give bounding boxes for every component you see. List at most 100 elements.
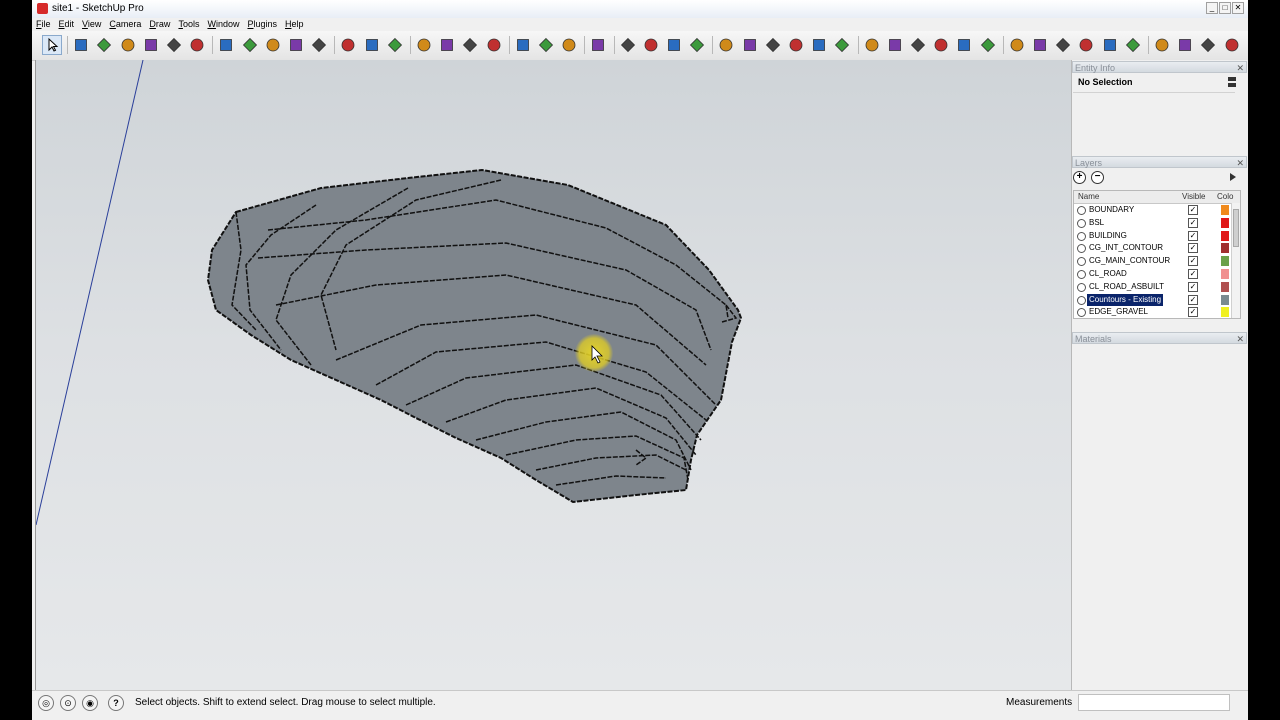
layer-visible-checkbox[interactable]: ✓ <box>1188 294 1198 305</box>
followme-icon[interactable] <box>240 35 260 55</box>
layer-row[interactable]: BUILDING ✓ <box>1074 230 1240 242</box>
layer-visible-checkbox[interactable]: ✓ <box>1188 217 1198 228</box>
layer-name[interactable]: CG_INT_CONTOUR <box>1087 242 1165 254</box>
layer-active-radio[interactable] <box>1077 257 1086 267</box>
layer-color-swatch[interactable] <box>1221 230 1229 241</box>
layer-active-radio[interactable] <box>1077 206 1086 215</box>
layer-name[interactable]: BOUNDARY <box>1087 204 1136 216</box>
materials-header[interactable]: Materials ✕ <box>1072 332 1247 344</box>
geo-location-icon[interactable]: ◎ <box>38 695 54 711</box>
layer-visible-checkbox[interactable]: ✓ <box>1188 205 1198 215</box>
3dtext-icon[interactable] <box>687 35 707 55</box>
layer-row[interactable]: EDGE_GRAVEL ✓ <box>1074 306 1240 318</box>
export-icon[interactable] <box>1198 35 1218 55</box>
menu-plugins[interactable]: Plugins <box>243 18 281 31</box>
layer-name[interactable]: CG_MAIN_CONTOUR <box>1087 255 1172 267</box>
layer-color-swatch[interactable] <box>1221 205 1229 215</box>
orbit-icon[interactable] <box>414 35 434 55</box>
top-icon[interactable] <box>885 35 905 55</box>
layer-visible-checkbox[interactable]: ✓ <box>1188 269 1198 279</box>
layer-visible-checkbox[interactable]: ✓ <box>1188 243 1198 254</box>
layer-visible-checkbox[interactable]: ✓ <box>1188 307 1198 318</box>
column-color[interactable]: Colo <box>1217 191 1233 203</box>
back-icon[interactable] <box>954 35 974 55</box>
close-icon[interactable]: ✕ <box>1236 157 1244 169</box>
layer-visible-checkbox[interactable]: ✓ <box>1188 256 1198 267</box>
layer-active-radio[interactable] <box>1077 308 1086 318</box>
sun-icon[interactable] <box>786 35 806 55</box>
layer-name[interactable]: CL_ROAD <box>1087 268 1129 280</box>
layer-row[interactable]: CG_MAIN_CONTOUR ✓ <box>1074 255 1240 267</box>
layer-color-swatch[interactable] <box>1221 269 1229 279</box>
eraser-icon[interactable] <box>71 35 91 55</box>
layers-details-icon[interactable] <box>1228 172 1238 182</box>
text-icon[interactable] <box>362 35 382 55</box>
rotate-icon[interactable] <box>286 35 306 55</box>
layer-row[interactable]: BSL ✓ <box>1074 217 1240 229</box>
credits-icon[interactable]: ⊙ <box>60 695 76 711</box>
paint-icon[interactable] <box>618 35 638 55</box>
layer-active-radio[interactable] <box>1077 295 1086 305</box>
layer-row[interactable]: CG_INT_CONTOUR ✓ <box>1074 242 1240 254</box>
previous-view-icon[interactable] <box>588 35 608 55</box>
menu-help[interactable]: Help <box>281 18 308 31</box>
section-icon[interactable] <box>513 35 533 55</box>
layer-name[interactable]: Countours - Existing <box>1087 293 1164 306</box>
pencil-icon[interactable] <box>94 35 114 55</box>
move-icon[interactable] <box>263 35 283 55</box>
layer-row[interactable]: CL_ROAD_ASBUILT ✓ <box>1074 281 1240 293</box>
menu-draw[interactable]: Draw <box>145 18 174 31</box>
pan-icon[interactable] <box>437 35 457 55</box>
menu-camera[interactable]: Camera <box>105 18 145 31</box>
layers-header[interactable]: Layers ✕ <box>1072 156 1247 168</box>
style-icon[interactable] <box>832 35 852 55</box>
layer-color-swatch[interactable] <box>1221 307 1229 318</box>
close-icon[interactable]: ✕ <box>1236 62 1244 74</box>
wireframe-icon[interactable] <box>1030 35 1050 55</box>
axes-icon[interactable] <box>641 35 661 55</box>
maximize-button[interactable]: □ <box>1219 2 1231 14</box>
entity-details-icon[interactable] <box>1227 76 1237 88</box>
menu-view[interactable]: View <box>78 18 105 31</box>
column-visible[interactable]: Visible <box>1182 191 1205 203</box>
column-name[interactable]: Name <box>1078 191 1099 203</box>
zoom-extents-icon[interactable] <box>484 35 504 55</box>
menu-window[interactable]: Window <box>203 18 243 31</box>
layer-row[interactable]: CL_ROAD ✓ <box>1074 268 1240 280</box>
zoom-icon[interactable] <box>460 35 480 55</box>
polygon-icon[interactable] <box>164 35 184 55</box>
close-button[interactable]: ✕ <box>1232 2 1244 14</box>
close-icon[interactable]: ✕ <box>1236 333 1244 345</box>
layer-color-swatch[interactable] <box>1221 217 1229 228</box>
protractor-icon[interactable] <box>385 35 405 55</box>
plugin-icon[interactable] <box>1175 35 1195 55</box>
layer-color-swatch[interactable] <box>1221 243 1229 254</box>
shaded-icon[interactable] <box>1076 35 1096 55</box>
layer-name[interactable]: BSL <box>1087 217 1106 229</box>
front-icon[interactable] <box>908 35 928 55</box>
layer-active-radio[interactable] <box>1077 270 1086 279</box>
add-layer-icon[interactable]: + <box>1073 171 1086 184</box>
layer-row[interactable]: BOUNDARY ✓ <box>1074 204 1240 216</box>
menu-edit[interactable]: Edit <box>55 18 79 31</box>
layer-active-radio[interactable] <box>1077 231 1086 241</box>
rectangle-icon[interactable] <box>118 35 138 55</box>
delete-layer-icon[interactable]: − <box>1091 171 1104 184</box>
layer-name[interactable]: EDGE_GRAVEL <box>1087 306 1150 318</box>
layer-name[interactable]: BUILDING <box>1087 230 1129 242</box>
ruby-icon[interactable] <box>1152 35 1172 55</box>
lookaround-icon[interactable] <box>559 35 579 55</box>
minimize-button[interactable]: _ <box>1206 2 1218 14</box>
layer-color-swatch[interactable] <box>1221 256 1229 267</box>
entity-info-header[interactable]: Entity Info ✕ <box>1072 61 1247 73</box>
dimension-icon[interactable] <box>664 35 684 55</box>
pushpull-icon[interactable] <box>216 35 236 55</box>
tape-icon[interactable] <box>338 35 358 55</box>
texture-icon[interactable] <box>1100 35 1120 55</box>
xray-icon[interactable] <box>1007 35 1027 55</box>
layer-active-radio[interactable] <box>1077 282 1086 292</box>
walk-icon[interactable] <box>536 35 556 55</box>
menu-file[interactable]: File <box>32 18 55 31</box>
menu-tools[interactable]: Tools <box>174 18 203 31</box>
layer-row[interactable]: Countours - Existing ✓ <box>1074 293 1240 306</box>
